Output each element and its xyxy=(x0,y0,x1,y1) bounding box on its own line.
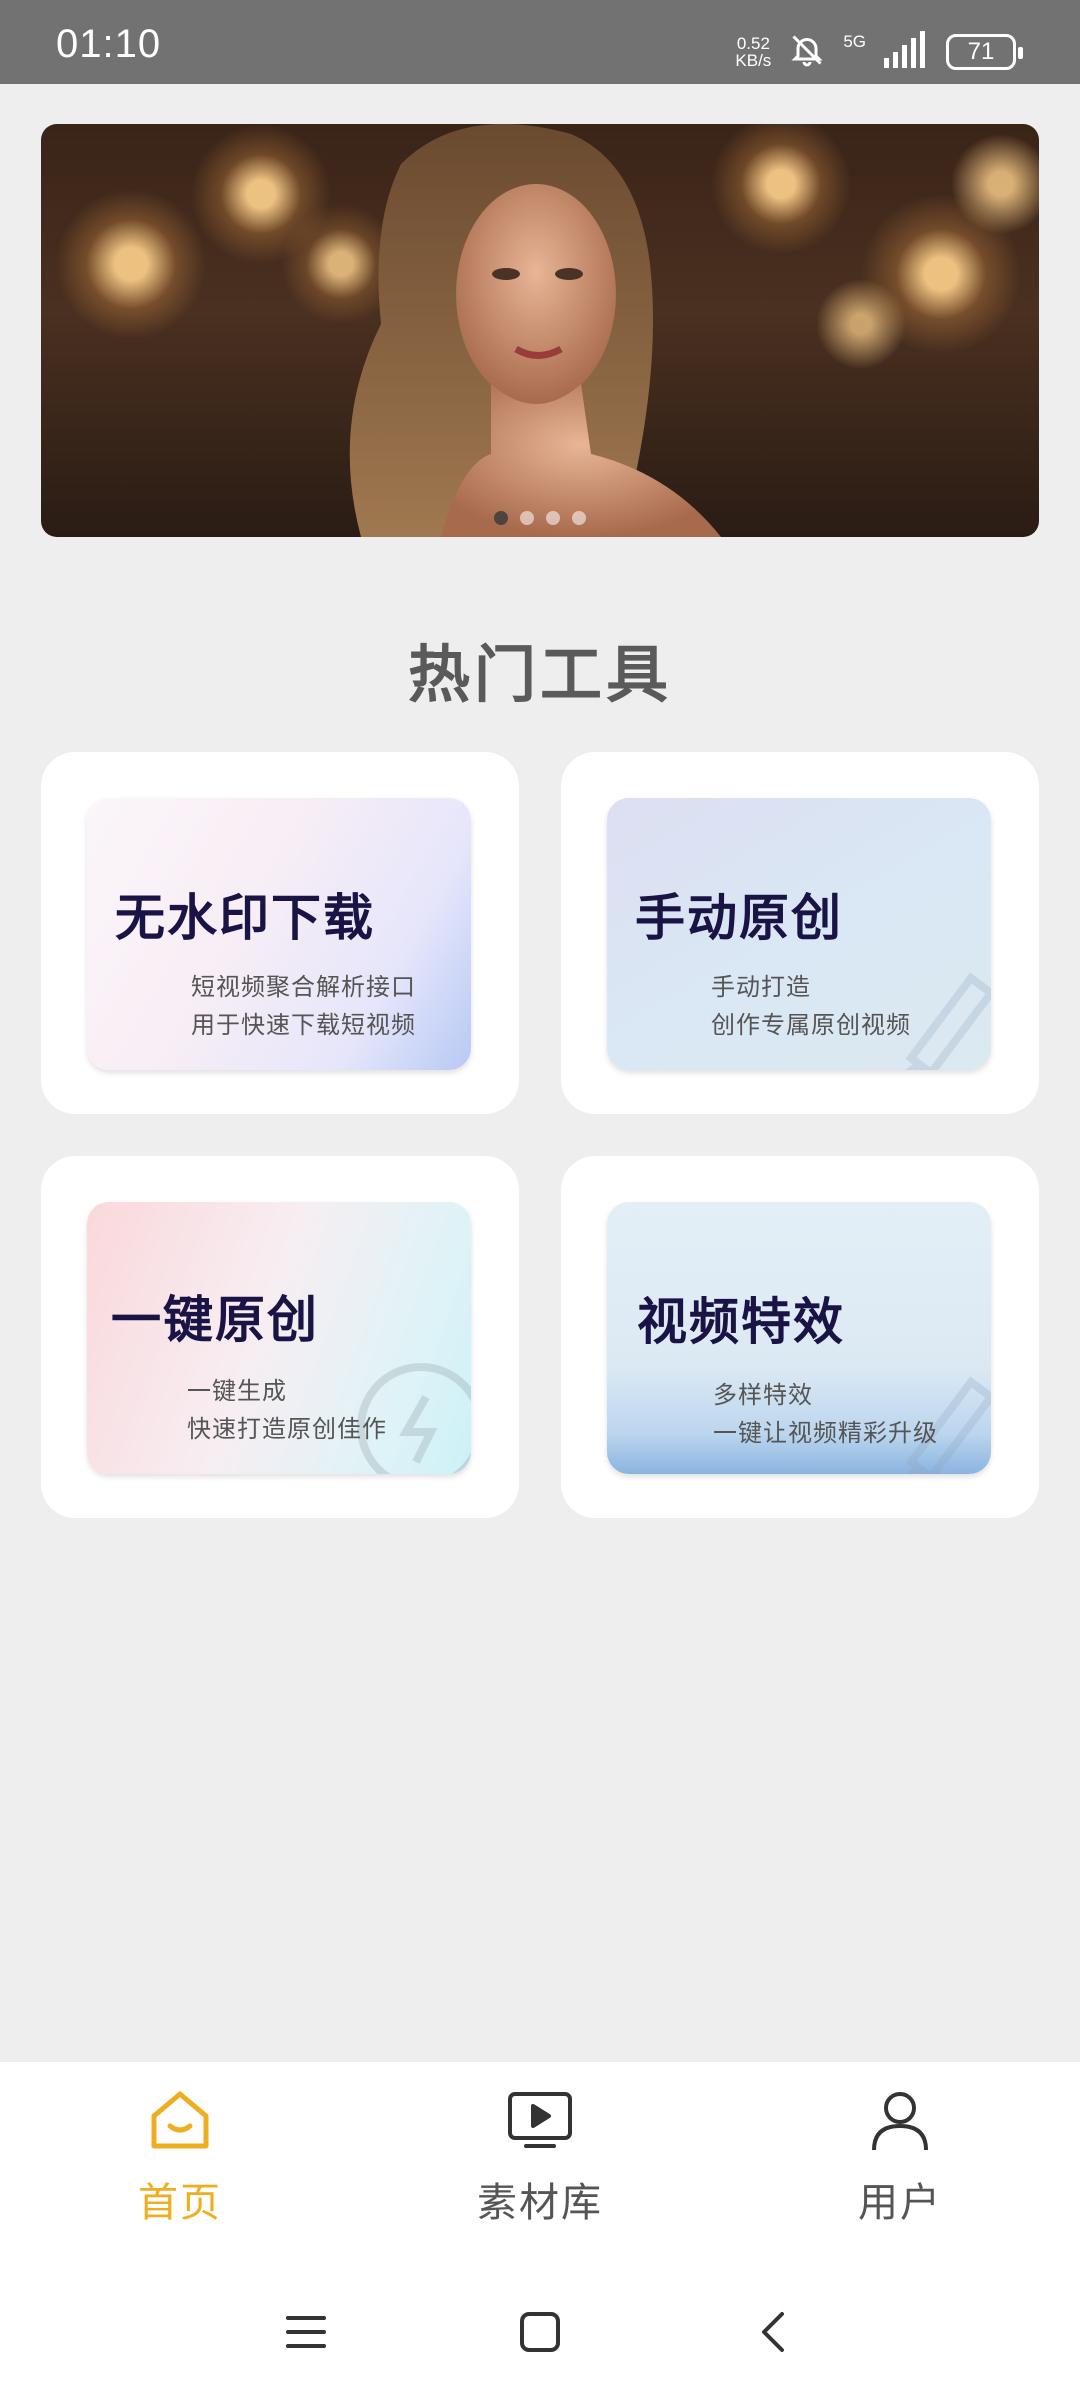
tool-card-banner: 视频特效 多样特效 一键让视频精彩升级 xyxy=(607,1202,991,1474)
tool-description: 短视频聚合解析接口 用于快速下载短视频 xyxy=(191,968,416,1044)
mute-bell-icon xyxy=(789,32,825,72)
tool-card-manual-original[interactable]: 手动原创 手动打造 创作专属原创视频 xyxy=(561,752,1039,1114)
network-speed-unit: KB/s xyxy=(735,51,772,70)
tool-description: 一键生成 快速打造原创佳作 xyxy=(187,1372,387,1448)
battery-icon: 71 xyxy=(946,34,1023,70)
tool-title: 无水印下载 xyxy=(115,889,375,947)
nav-item-home[interactable]: 首页 xyxy=(80,2088,280,2228)
network-speed-value: 0.52 xyxy=(736,34,770,53)
status-time: 01:10 xyxy=(56,22,162,66)
carousel-indicator xyxy=(41,511,1039,525)
tool-desc-line: 用于快速下载短视频 xyxy=(191,1011,416,1039)
nav-item-user[interactable]: 用户 xyxy=(800,2088,1000,2228)
banner-carousel[interactable] xyxy=(41,124,1039,537)
status-icons: 0.52 KB/s 5G 71 xyxy=(735,28,1023,76)
video-library-icon xyxy=(508,2092,572,2148)
tool-desc-line: 手动打造 xyxy=(711,973,811,1001)
battery-level: 71 xyxy=(967,38,995,65)
banner-portrait-image xyxy=(349,124,721,537)
tool-title: 视频特效 xyxy=(637,1293,845,1351)
status-bar: 01:10 0.52 KB/s 5G 71 xyxy=(0,0,1080,84)
tool-card-banner: 手动原创 手动打造 创作专属原创视频 xyxy=(607,798,991,1070)
tool-desc-line: 短视频聚合解析接口 xyxy=(191,973,416,1001)
nav-label-home: 首页 xyxy=(138,2180,222,2226)
carousel-dot[interactable] xyxy=(546,511,560,525)
tool-card-banner: 无水印下载 短视频聚合解析接口 用于快速下载短视频 xyxy=(87,798,471,1070)
network-type: 5G xyxy=(843,32,866,51)
tool-card-one-click-original[interactable]: 一键原创 一键生成 快速打造原创佳作 xyxy=(41,1156,519,1518)
tool-description: 手动打造 创作专属原创视频 xyxy=(711,968,911,1044)
system-nav-bar xyxy=(0,2270,1080,2400)
section-title: 热门工具 xyxy=(407,638,672,711)
tool-desc-line: 一键生成 xyxy=(187,1377,287,1405)
home-square-icon[interactable] xyxy=(518,2310,562,2354)
tool-title: 手动原创 xyxy=(635,889,843,947)
carousel-dot[interactable] xyxy=(520,511,534,525)
carousel-dot[interactable] xyxy=(494,511,508,525)
tool-title: 一键原创 xyxy=(111,1291,319,1349)
tool-card-banner: 一键原创 一键生成 快速打造原创佳作 xyxy=(87,1202,471,1474)
tool-description: 多样特效 一键让视频精彩升级 xyxy=(713,1376,938,1452)
tool-card-video-effects[interactable]: 视频特效 多样特效 一键让视频精彩升级 xyxy=(561,1156,1039,1518)
carousel-dot[interactable] xyxy=(572,511,586,525)
nav-label-user: 用户 xyxy=(858,2180,942,2226)
menu-icon[interactable] xyxy=(284,2310,328,2354)
nav-item-library[interactable]: 素材库 xyxy=(440,2088,640,2228)
tool-desc-line: 一键让视频精彩升级 xyxy=(713,1419,938,1447)
user-icon xyxy=(872,2092,928,2151)
network-speed: 0.52 KB/s xyxy=(735,35,771,69)
signal-icon xyxy=(884,30,928,74)
tool-card-watermark-free-download[interactable]: 无水印下载 短视频聚合解析接口 用于快速下载短视频 xyxy=(41,752,519,1114)
tool-desc-line: 快速打造原创佳作 xyxy=(187,1415,387,1443)
tool-desc-line: 多样特效 xyxy=(713,1381,813,1409)
tool-desc-line: 创作专属原创视频 xyxy=(711,1011,911,1039)
home-icon xyxy=(151,2091,209,2149)
back-icon[interactable] xyxy=(752,2310,796,2354)
nav-label-library: 素材库 xyxy=(477,2180,603,2226)
